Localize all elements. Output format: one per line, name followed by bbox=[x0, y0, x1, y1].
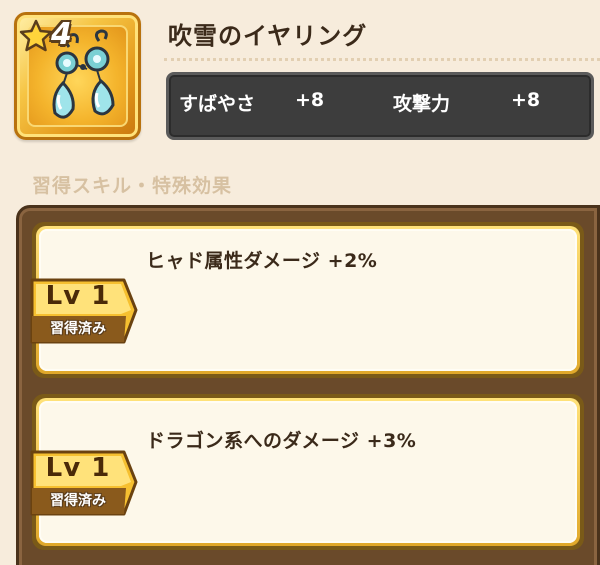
section-title: 習得スキル・特殊効果 bbox=[32, 175, 233, 197]
level-label: Lv 1 bbox=[45, 281, 111, 311]
level-badge: Lv 1 習得済み bbox=[30, 276, 138, 346]
star-icon bbox=[19, 19, 53, 52]
skill-description: ドラゴン系へのダメージ +3% bbox=[146, 430, 417, 452]
stat-value-attack: +8 bbox=[511, 89, 541, 111]
level-badge: Lv 1 習得済み bbox=[30, 448, 138, 518]
divider bbox=[164, 58, 600, 61]
learned-status: 習得済み bbox=[50, 321, 106, 337]
item-icon-frame[interactable]: 4 bbox=[14, 12, 141, 140]
skill-description: ヒャド属性ダメージ +2% bbox=[146, 250, 378, 272]
learned-status: 習得済み bbox=[50, 493, 106, 509]
stat-label-attack: 攻撃力 bbox=[393, 93, 451, 115]
stat-label-speed: すばやさ bbox=[179, 93, 256, 115]
stat-value-speed: +8 bbox=[295, 89, 325, 111]
level-label: Lv 1 bbox=[45, 453, 111, 483]
rarity-badge: 4 bbox=[19, 17, 89, 57]
stats-box: すばやさ +8 攻撃力 +8 bbox=[166, 72, 594, 140]
item-name: 吹雪のイヤリング bbox=[168, 22, 368, 50]
rarity-number: 4 bbox=[51, 17, 72, 52]
